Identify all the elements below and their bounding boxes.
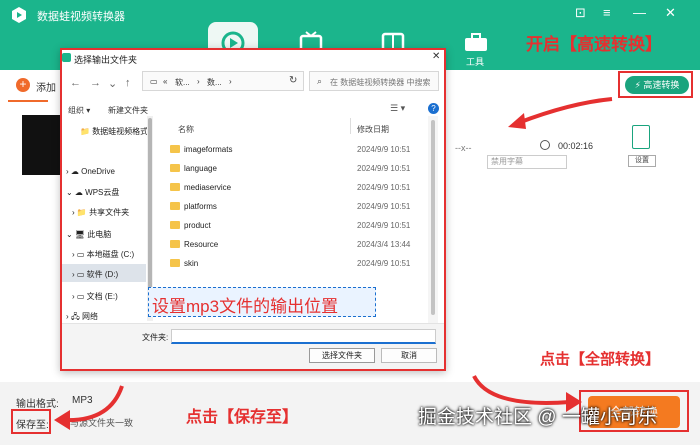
view-options-icon[interactable]: ☰ ▾: [390, 103, 405, 114]
save-to-highlight: [11, 409, 51, 434]
subtitle-select[interactable]: 禁用字幕: [487, 155, 567, 169]
folder-icon: [170, 240, 180, 248]
up-icon[interactable]: ↑: [125, 77, 131, 89]
annotation-fast-convert: 开启【高速转换】: [526, 35, 662, 54]
file-row-date: 2024/9/9 10:51: [357, 164, 411, 173]
refresh-icon[interactable]: ↻: [289, 75, 297, 86]
nav-item-drive-c[interactable]: › ▭ 本地磁盘 (C:): [72, 249, 134, 260]
search-placeholder[interactable]: 在 数据蛙视频转换器 中搜索: [330, 77, 430, 88]
minimize-icon[interactable]: —: [633, 5, 646, 20]
file-row-date: 2024/9/9 10:51: [357, 259, 411, 268]
back-icon[interactable]: ←: [70, 77, 81, 89]
folder-icon: ▭: [150, 77, 158, 86]
nav-item-drive-d[interactable]: › ▭ 软件 (D:): [72, 269, 118, 280]
nav-item-onedrive[interactable]: › ☁ OneDrive: [66, 167, 115, 176]
folder-name-input[interactable]: [171, 329, 436, 344]
app-logo-icon: [12, 7, 26, 23]
tools-tab-label: 工具: [466, 57, 485, 67]
nav-scroll-thumb[interactable]: [148, 118, 152, 288]
watermark: 掘金技术社区 @ 一罐小可乐: [418, 407, 657, 428]
search-icon: ⌕: [317, 76, 323, 86]
file-row-date: 2024/9/9 10:51: [357, 145, 411, 154]
forward-icon[interactable]: →: [90, 77, 101, 89]
nav-item-wps[interactable]: ⌄ ☁ WPS云盘: [66, 187, 119, 198]
nav-item-shared[interactable]: › 📁 共享文件夹: [72, 207, 129, 218]
annotation-save-to: 点击【保存至】: [186, 409, 299, 426]
menu-icon[interactable]: ⊡: [575, 5, 586, 21]
nav-item-folder[interactable]: 📁 数据蛙视频格式: [80, 126, 148, 137]
folder-icon: [170, 202, 180, 210]
app-title: 数据蛙视频转换器: [37, 11, 125, 23]
folder-icon: [170, 183, 180, 191]
annotation-arrow-fast: [508, 97, 613, 129]
nav-item-drive-e[interactable]: › ▭ 文档 (E:): [72, 291, 118, 302]
new-folder-button[interactable]: 新建文件夹: [108, 105, 148, 116]
video-thumbnail: [22, 115, 64, 175]
annotation-arrow-save: [54, 385, 124, 430]
file-list-scroll-thumb[interactable]: [431, 120, 435, 315]
addr-part[interactable]: 数...: [207, 77, 222, 88]
folder-name-label: 文件夹:: [142, 333, 169, 342]
file-row-name[interactable]: skin: [184, 259, 198, 268]
addr-part: «: [163, 77, 168, 86]
folder-icon: [170, 259, 180, 267]
fast-convert-highlight: [618, 71, 693, 98]
file-row-name[interactable]: imageformats: [184, 145, 232, 154]
folder-icon: [170, 145, 180, 153]
file-row-name[interactable]: mediaservice: [184, 183, 231, 192]
clock-icon: [540, 140, 550, 150]
file-row-name[interactable]: language: [184, 164, 217, 173]
addr-sep: ›: [229, 77, 232, 86]
nav-item-this-pc[interactable]: ⌄ 🖥 此电脑: [66, 229, 111, 240]
file-row-date: 2024/9/9 10:51: [357, 183, 411, 192]
addr-sep: ›: [197, 77, 200, 86]
select-folder-button[interactable]: 选择文件夹: [309, 348, 375, 363]
annotation-set-output: 设置mp3文件的输出位置: [152, 297, 339, 316]
help-icon[interactable]: ?: [428, 103, 439, 114]
cancel-button[interactable]: 取消: [381, 348, 437, 363]
file-row-name[interactable]: Resource: [184, 240, 218, 249]
duration-text: 00:02:16: [558, 141, 594, 151]
addr-part[interactable]: 软...: [175, 77, 190, 88]
dropdown-icon[interactable]: ⌄: [108, 77, 117, 90]
folder-icon: [170, 221, 180, 229]
organize-button[interactable]: 组织 ▾: [68, 105, 90, 116]
dialog-app-icon: [62, 53, 71, 62]
column-separator: [350, 118, 351, 134]
file-row-name[interactable]: product: [184, 221, 211, 230]
file-row-date: 2024/9/9 10:51: [357, 221, 411, 230]
close-window-icon[interactable]: ✕: [665, 5, 676, 21]
column-name[interactable]: 名称: [178, 124, 194, 135]
column-modified[interactable]: 修改日期: [357, 124, 389, 135]
tab-underline: [8, 100, 48, 102]
dialog-close-button[interactable]: ✕: [432, 51, 440, 62]
annotation-convert-all: 点击【全部转换】: [540, 351, 661, 368]
hamburger-icon[interactable]: ≡: [603, 5, 611, 20]
folder-icon: [170, 164, 180, 172]
file-row-date: 2024/3/4 13:44: [357, 240, 411, 249]
settings-button[interactable]: 设置: [628, 155, 656, 167]
add-file-icon[interactable]: +: [16, 78, 30, 92]
file-row-date: 2024/9/9 10:51: [357, 202, 411, 211]
dialog-title: 选择输出文件夹: [74, 55, 138, 65]
mp3-format-icon[interactable]: [632, 125, 650, 149]
file-row-name[interactable]: platforms: [184, 202, 217, 211]
resolution-text: --x--: [455, 143, 472, 153]
add-file-label[interactable]: 添加: [36, 79, 56, 94]
